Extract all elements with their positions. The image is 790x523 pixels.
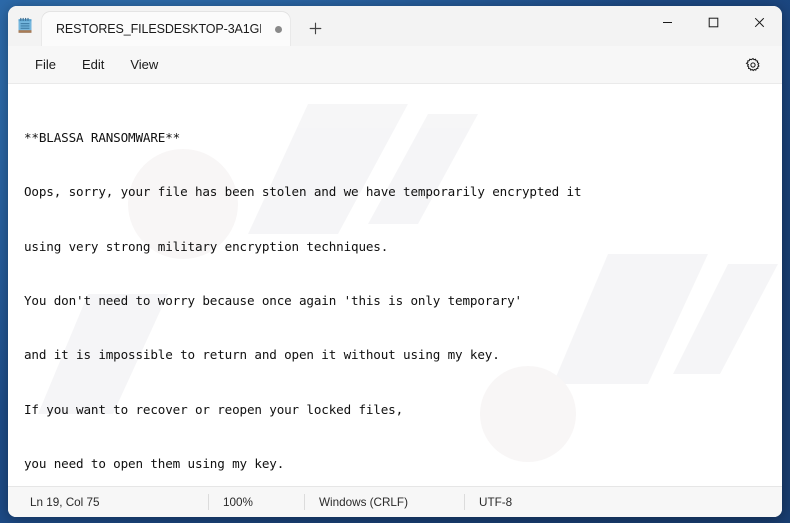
editor-line: using very strong military encryption te… [24, 238, 389, 254]
notepad-icon [8, 6, 42, 46]
close-icon [754, 17, 764, 27]
editor-line: Oops, sorry, your file has been stolen a… [24, 184, 582, 200]
notepad-window: RESTORES_FILESDESKTOP-3A1GF2J. File Edit… [8, 6, 782, 517]
title-bar: RESTORES_FILESDESKTOP-3A1GF2J. [8, 6, 782, 46]
minimize-button[interactable] [644, 6, 690, 38]
close-button[interactable] [736, 6, 782, 38]
status-line-ending[interactable]: Windows (CRLF) [304, 494, 464, 510]
menu-view[interactable]: View [117, 52, 171, 77]
editor-area[interactable]: **BLASSA RANSOMWARE** Oops, sorry, your … [8, 84, 782, 486]
status-zoom-level[interactable]: 100% [208, 494, 304, 510]
editor-line: you need to open them using my key. [24, 455, 285, 471]
minimize-icon [662, 21, 672, 23]
editor-line: You don't need to worry because once aga… [24, 293, 522, 309]
editor-text[interactable]: **BLASSA RANSOMWARE** Oops, sorry, your … [8, 84, 782, 486]
editor-line: and it is impossible to return and open … [24, 347, 500, 363]
maximize-button[interactable] [690, 6, 736, 38]
plus-icon [309, 22, 321, 34]
tab-title: RESTORES_FILESDESKTOP-3A1GF2J. [56, 22, 261, 36]
status-bar: Ln 19, Col 75 100% Windows (CRLF) UTF-8 [8, 486, 782, 517]
maximize-icon [708, 17, 718, 27]
editor-line: **BLASSA RANSOMWARE** [24, 130, 181, 146]
gear-icon[interactable] [738, 51, 768, 79]
new-tab-button[interactable] [298, 13, 332, 43]
tab-unsaved-dot[interactable] [275, 25, 282, 33]
menu-file[interactable]: File [22, 52, 69, 77]
status-cursor-position[interactable]: Ln 19, Col 75 [8, 494, 208, 510]
status-encoding[interactable]: UTF-8 [464, 494, 526, 510]
menu-bar: File Edit View [8, 46, 782, 84]
editor-line: If you want to recover or reopen your lo… [24, 401, 404, 417]
tab-strip: RESTORES_FILESDESKTOP-3A1GF2J. [42, 6, 644, 46]
tab-restores-files[interactable]: RESTORES_FILESDESKTOP-3A1GF2J. [42, 12, 290, 46]
menu-edit[interactable]: Edit [69, 52, 117, 77]
window-controls [644, 6, 782, 46]
